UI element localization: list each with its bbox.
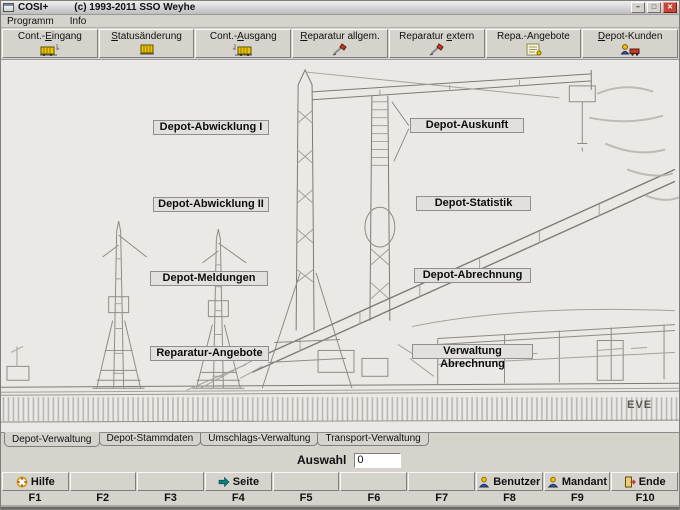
cont-ausgang-button[interactable]: Cont.-Ausgang [195, 29, 291, 58]
repa-angebote-button[interactable]: Repa.-Angebote [486, 29, 582, 58]
f3-key-label: F3 [137, 492, 205, 505]
f5-key-label: F5 [272, 492, 340, 505]
f8-key-label: F8 [476, 492, 544, 505]
container-in-icon [39, 43, 61, 56]
f5-button[interactable] [273, 472, 340, 491]
window-controls: – □ ✕ [631, 2, 677, 13]
seite-label: Seite [233, 476, 259, 488]
depot-abwicklung-1-button[interactable]: Depot-Abwicklung I [153, 120, 269, 135]
app-icon [3, 3, 14, 12]
tab-umschlags-verwaltung[interactable]: Umschlags-Verwaltung [200, 433, 318, 446]
user-icon [478, 476, 490, 488]
reparatur-allgem-button[interactable]: Reparatur allgem. [292, 29, 388, 58]
menu-programm[interactable]: Programm [5, 16, 56, 27]
f6-key-label: F6 [340, 492, 408, 505]
title-bar: COSI+ (c) 1993-2011 SSO Weyhe – □ ✕ [1, 1, 679, 15]
statusaenderung-label: Statusänderung [111, 31, 182, 42]
maximize-icon[interactable]: □ [647, 2, 661, 13]
benutzer-label: Benutzer [493, 476, 540, 488]
tab-bar: Depot-Verwaltung Depot-Stammdaten Umschl… [1, 432, 679, 449]
customer-truck-icon [619, 43, 641, 56]
reparatur-extern-label: Reparatur extern [399, 31, 474, 42]
ende-button[interactable]: Ende [611, 472, 678, 491]
harbor-crane-left [93, 221, 147, 388]
toolbar: Cont.-Eingang Statusänderung Cont.-Ausga… [1, 28, 679, 59]
auswahl-input[interactable] [354, 453, 401, 468]
quay-text: EVE [627, 399, 652, 411]
auskunft-leader-lines [392, 102, 409, 162]
f6-button[interactable] [340, 472, 407, 491]
cloud-scribbles [589, 87, 679, 200]
help-icon [16, 476, 28, 488]
repa-angebote-label: Repa.-Angebote [497, 31, 570, 42]
harbor-sketch-image: EVE [1, 60, 679, 432]
f4-key-label: F4 [204, 492, 272, 505]
hilfe-button[interactable]: Hilfe [2, 472, 69, 491]
harbor-crane-middle [192, 229, 246, 388]
mandant-button[interactable]: Mandant [544, 472, 611, 491]
repair-icon [329, 43, 351, 56]
offers-icon [522, 43, 544, 56]
page-arrow-icon [218, 476, 230, 488]
verwaltung-abrechnung-button[interactable]: Verwaltung Abrechnung [412, 344, 533, 359]
benutzer-button[interactable]: Benutzer [476, 472, 543, 491]
hilfe-label: Hilfe [31, 476, 55, 488]
f7-button[interactable] [408, 472, 475, 491]
cont-eingang-label: Cont.-Eingang [18, 31, 82, 42]
depot-statistik-button[interactable]: Depot-Statistik [416, 196, 531, 211]
exit-icon [624, 476, 636, 488]
menu-bar: Programm Info [1, 15, 679, 28]
statusaenderung-button[interactable]: Statusänderung [99, 29, 195, 58]
cont-ausgang-label: Cont.-Ausgang [210, 31, 277, 42]
auswahl-label: Auswahl [297, 453, 346, 467]
window-bottom-edge [1, 505, 679, 509]
title-copyright: (c) 1993-2011 SSO Weyhe [74, 2, 195, 13]
f10-key-label: F10 [611, 492, 679, 505]
quay-wall [1, 383, 679, 422]
ende-label: Ende [639, 476, 666, 488]
seite-button[interactable]: Seite [205, 472, 272, 491]
depot-abrechnung-button[interactable]: Depot-Abrechnung [414, 268, 531, 283]
depot-auskunft-button[interactable]: Depot-Auskunft [410, 118, 524, 133]
f1-key-label: F1 [1, 492, 69, 505]
repair-icon [426, 43, 448, 56]
f9-key-label: F9 [543, 492, 611, 505]
f3-button[interactable] [137, 472, 204, 491]
f2-key-label: F2 [69, 492, 137, 505]
selection-row: Auswahl [1, 449, 679, 471]
tab-depot-stammdaten[interactable]: Depot-Stammdaten [99, 433, 202, 446]
reparatur-angebote-button[interactable]: Reparatur-Angebote [150, 346, 269, 361]
function-button-row: Hilfe Seite Benutzer Mandant [1, 471, 679, 492]
mandant-label: Mandant [562, 476, 607, 488]
menu-info[interactable]: Info [68, 16, 89, 27]
minimize-icon[interactable]: – [631, 2, 645, 13]
main-canvas: EVE Depot-Abwicklung I Depot-Auskunft De… [1, 59, 679, 432]
depot-meldungen-button[interactable]: Depot-Meldungen [150, 271, 268, 286]
f2-button[interactable] [70, 472, 137, 491]
app-window: COSI+ (c) 1993-2011 SSO Weyhe – □ ✕ Prog… [0, 0, 680, 510]
cont-eingang-button[interactable]: Cont.-Eingang [2, 29, 98, 58]
depot-abwicklung-2-button[interactable]: Depot-Abwicklung II [153, 197, 269, 212]
f7-key-label: F7 [408, 492, 476, 505]
container-status-icon [136, 43, 158, 56]
reparatur-extern-button[interactable]: Reparatur extern [389, 29, 485, 58]
tab-transport-verwaltung[interactable]: Transport-Verwaltung [317, 433, 428, 446]
reparatur-allgem-label: Reparatur allgem. [300, 31, 380, 42]
client-icon [547, 476, 559, 488]
container-out-icon [232, 43, 254, 56]
tab-depot-verwaltung[interactable]: Depot-Verwaltung [4, 432, 100, 447]
close-icon[interactable]: ✕ [663, 2, 677, 13]
fkey-label-row: F1 F2 F3 F4 F5 F6 F7 F8 F9 F10 [1, 492, 679, 505]
app-title: COSI+ [18, 2, 48, 13]
depot-kunden-button[interactable]: Depot-Kunden [582, 29, 678, 58]
depot-kunden-label: Depot-Kunden [598, 31, 663, 42]
